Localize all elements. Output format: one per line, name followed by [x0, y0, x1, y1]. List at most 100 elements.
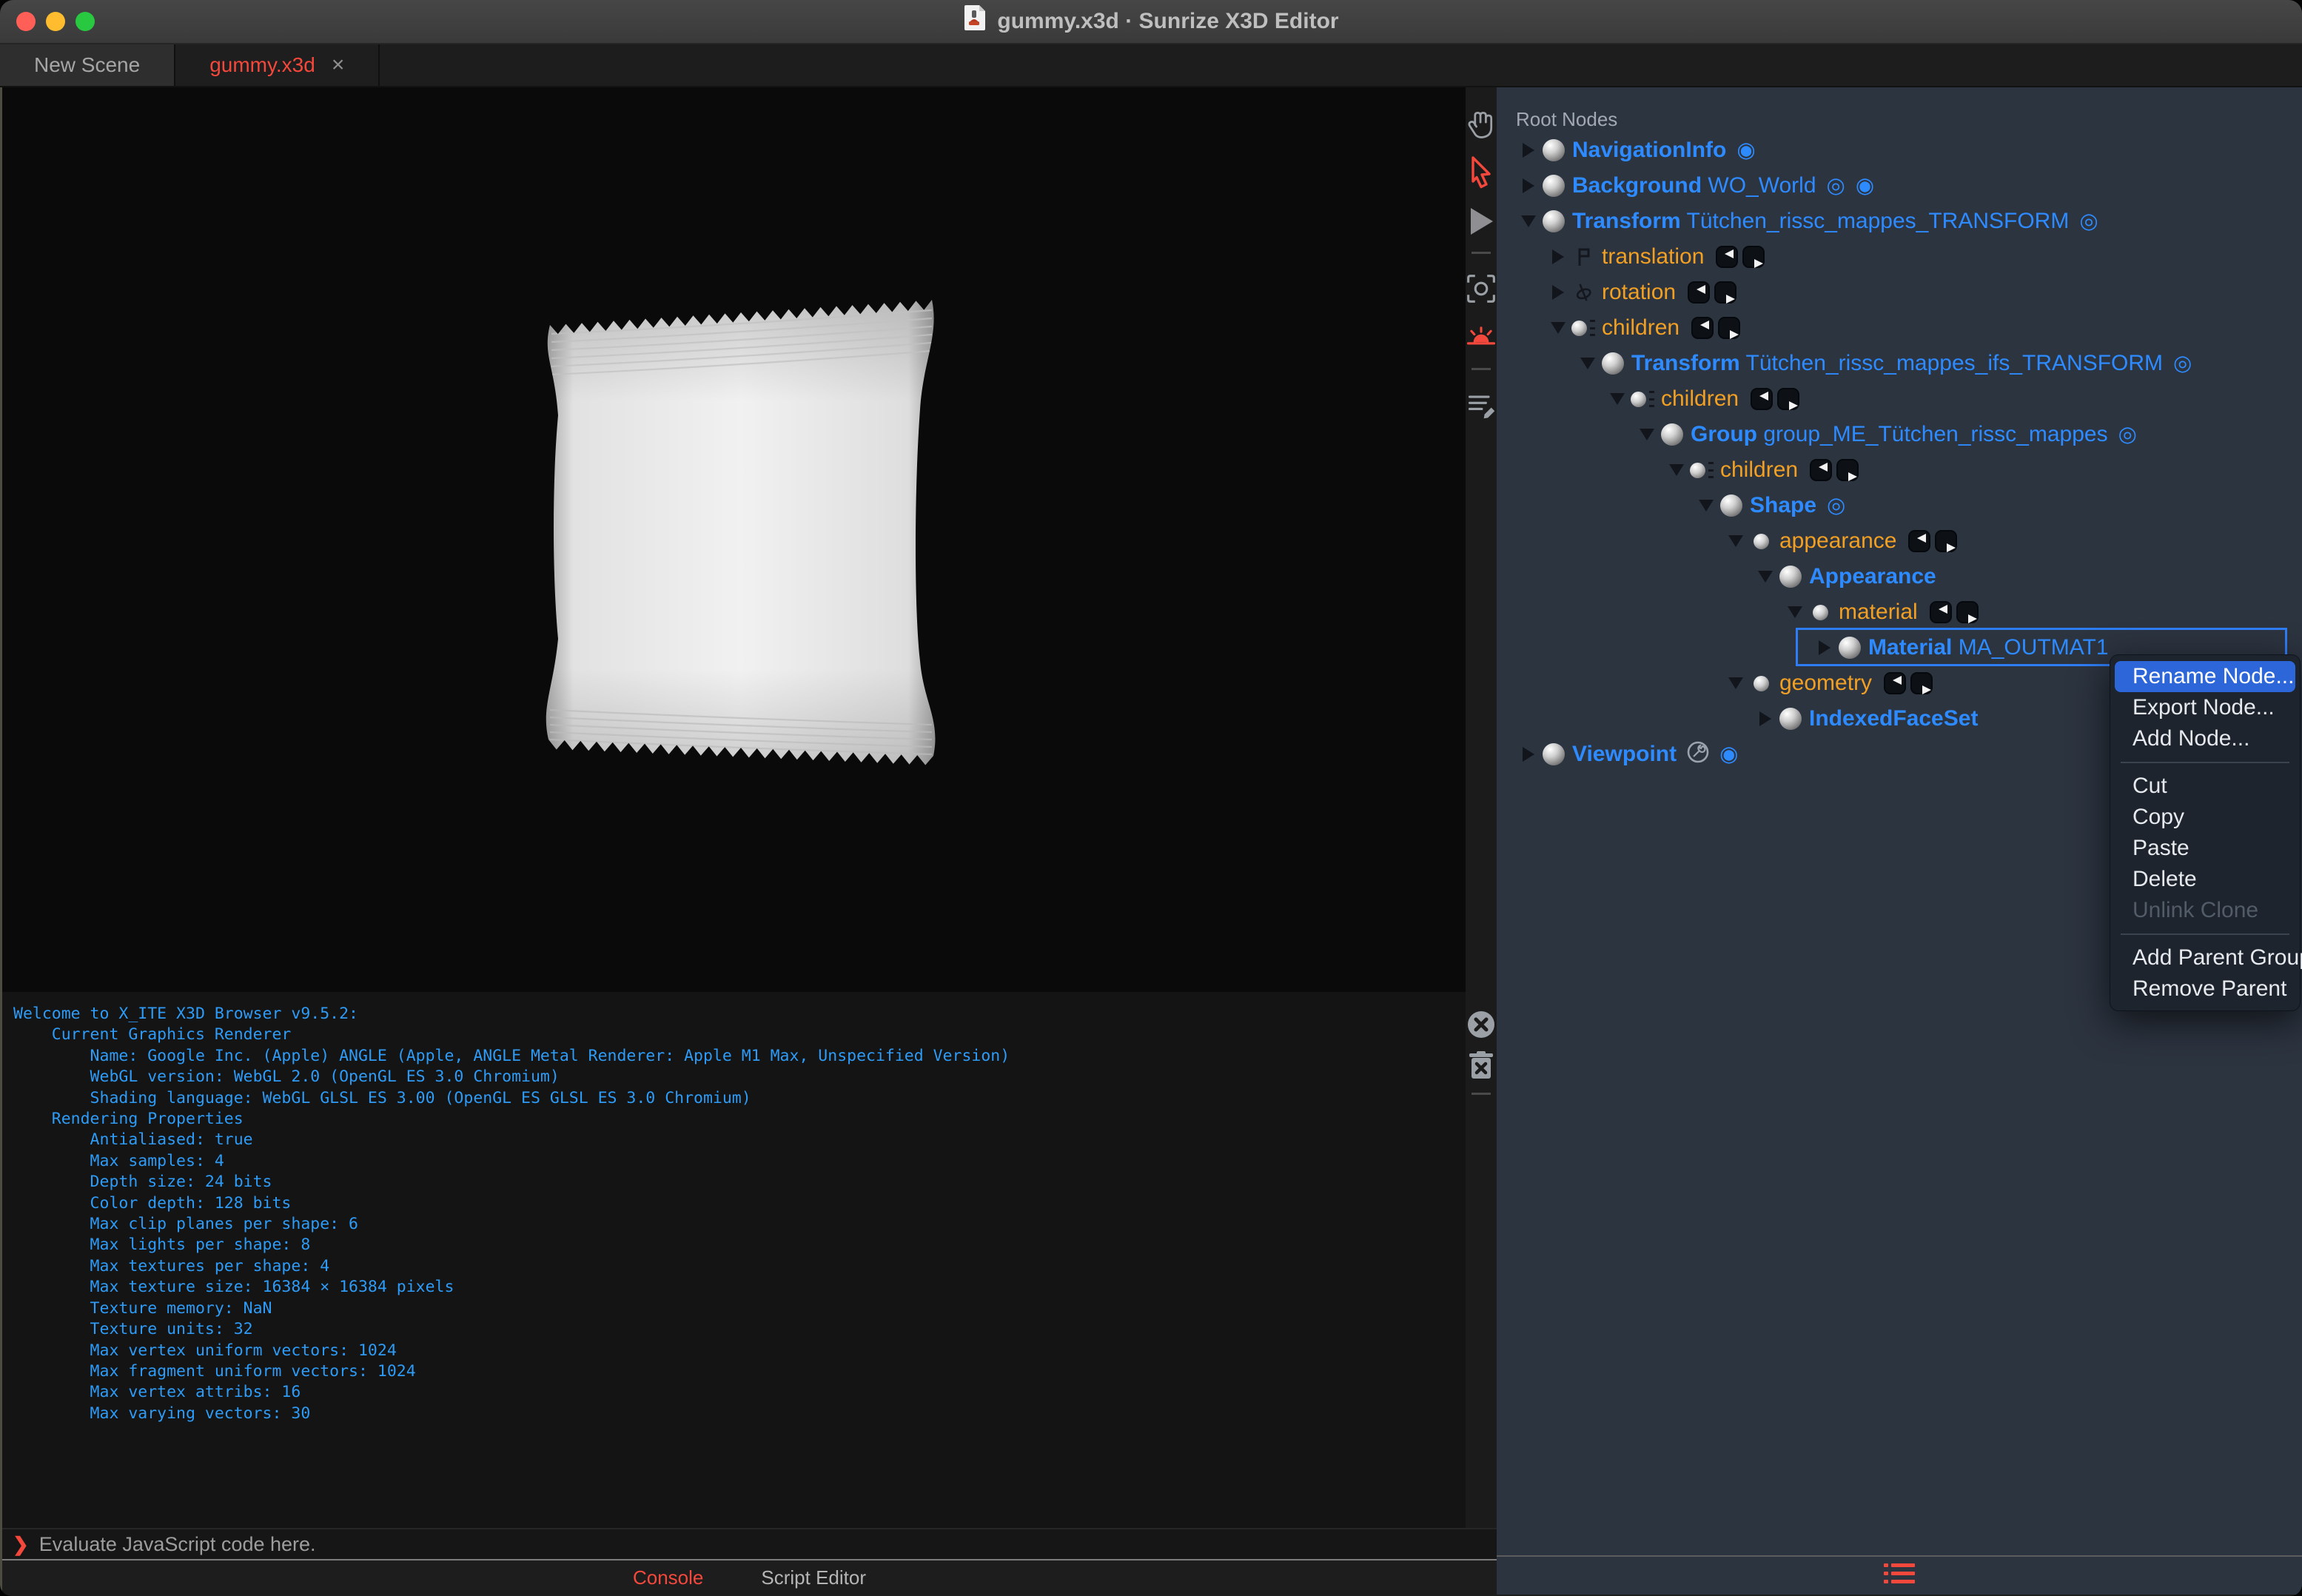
- route-buttons[interactable]: [1716, 246, 1765, 268]
- close-window-button[interactable]: [16, 12, 36, 31]
- visibility-circle-icon[interactable]: ◎: [2173, 352, 2192, 375]
- viewport-3d[interactable]: [2, 87, 1466, 992]
- route-buttons[interactable]: [1884, 672, 1933, 694]
- select-arrow-tool[interactable]: [1466, 148, 1497, 197]
- node-sphere-icon: [1779, 566, 1802, 588]
- clear-circle-x-icon[interactable]: [1466, 1004, 1497, 1045]
- tab-new-scene[interactable]: New Scene: [0, 44, 176, 86]
- tab-gummy-x3d[interactable]: gummy.x3d ×: [175, 44, 380, 86]
- route-input-icon[interactable]: [1716, 246, 1739, 268]
- expand-arrow-icon[interactable]: [1636, 429, 1658, 440]
- route-input-icon[interactable]: [1884, 672, 1907, 694]
- expand-arrow-icon[interactable]: [1695, 500, 1717, 512]
- expand-arrow-icon[interactable]: [1606, 393, 1628, 405]
- tree-row-appearance[interactable]: Appearance: [1497, 559, 2302, 594]
- tab-script-editor[interactable]: Script Editor: [761, 1566, 866, 1589]
- tree-row-navigationinfo[interactable]: NavigationInfo ◉: [1497, 133, 2302, 168]
- tree-row-shape[interactable]: Shape ◎: [1497, 488, 2302, 523]
- collapse-arrow-icon[interactable]: [1754, 711, 1776, 726]
- route-input-icon[interactable]: [1908, 530, 1931, 552]
- menu-item-add-parent-group[interactable]: Add Parent Group: [2115, 942, 2302, 973]
- menu-item-rename-node[interactable]: Rename Node...: [2115, 661, 2295, 692]
- expand-arrow-icon[interactable]: [1784, 606, 1806, 618]
- outline-bottombar: [1497, 1555, 2302, 1595]
- expand-arrow-icon[interactable]: [1577, 358, 1599, 369]
- outline-list-icon[interactable]: [1882, 1560, 1916, 1591]
- tree-row-material[interactable]: material: [1497, 594, 2302, 630]
- tab-console[interactable]: Console: [633, 1566, 703, 1589]
- viewpoint-capture-icon[interactable]: [1466, 264, 1497, 313]
- script-edit-icon[interactable]: [1466, 380, 1497, 429]
- tree-label: Appearance: [1809, 564, 1936, 589]
- expand-arrow-icon[interactable]: [1665, 464, 1688, 476]
- route-input-icon[interactable]: [1929, 601, 1952, 623]
- route-output-icon[interactable]: [1742, 246, 1765, 268]
- collapse-arrow-icon[interactable]: [1517, 747, 1540, 762]
- trash-icon[interactable]: [1466, 1045, 1497, 1087]
- tree-row-children[interactable]: children: [1497, 381, 2302, 417]
- route-output-icon[interactable]: [1836, 459, 1859, 481]
- tab-close-icon[interactable]: ×: [332, 53, 345, 78]
- tree-row-appearance[interactable]: appearance: [1497, 523, 2302, 559]
- tree-row-children[interactable]: children: [1497, 310, 2302, 346]
- hand-pan-tool[interactable]: [1466, 99, 1497, 148]
- route-output-icon[interactable]: [1714, 281, 1737, 304]
- expand-arrow-icon[interactable]: [1517, 215, 1540, 227]
- sunrise-light-icon[interactable]: [1466, 313, 1497, 362]
- expand-arrow-icon[interactable]: [1754, 571, 1776, 583]
- proximity-target-icon[interactable]: ◉: [1719, 743, 1738, 765]
- minimize-window-button[interactable]: [46, 12, 65, 31]
- proximity-target-icon[interactable]: ◉: [1736, 139, 1755, 161]
- tree-row-children[interactable]: children: [1497, 452, 2302, 488]
- menu-item-add-node[interactable]: Add Node...: [2115, 723, 2295, 754]
- tree-row-transform[interactable]: Transform Tütchen_rissc_mappes_TRANSFORM…: [1497, 204, 2302, 239]
- route-output-icon[interactable]: [1910, 672, 1933, 694]
- route-buttons[interactable]: [1751, 388, 1800, 410]
- tree-row-rotation[interactable]: rotation: [1497, 275, 2302, 310]
- collapse-arrow-icon[interactable]: [1547, 249, 1569, 264]
- route-buttons[interactable]: [1688, 281, 1737, 304]
- route-input-icon[interactable]: [1688, 281, 1711, 304]
- tree-row-transform[interactable]: Transform Tütchen_rissc_mappes_ifs_TRANS…: [1497, 346, 2302, 381]
- wrench-circle-icon[interactable]: [1687, 741, 1709, 768]
- menu-item-copy[interactable]: Copy: [2115, 802, 2295, 833]
- expand-arrow-icon[interactable]: [1725, 677, 1747, 689]
- route-input-icon[interactable]: [1810, 459, 1833, 481]
- visibility-circle-icon[interactable]: ◎: [1827, 494, 1845, 517]
- collapse-arrow-icon[interactable]: [1813, 640, 1836, 655]
- route-buttons[interactable]: [1691, 317, 1741, 339]
- route-output-icon[interactable]: [1935, 530, 1958, 552]
- collapse-arrow-icon[interactable]: [1517, 143, 1540, 158]
- menu-item-export-node[interactable]: Export Node...: [2115, 692, 2295, 723]
- menu-item-delete[interactable]: Delete: [2115, 864, 2295, 895]
- tree-row-translation[interactable]: translation: [1497, 239, 2302, 275]
- expand-arrow-icon[interactable]: [1547, 322, 1569, 334]
- route-output-icon[interactable]: [1777, 388, 1800, 410]
- route-buttons[interactable]: [1810, 459, 1859, 481]
- route-input-icon[interactable]: [1751, 388, 1774, 410]
- visibility-circle-icon[interactable]: ◎: [1827, 175, 1845, 197]
- expand-arrow-icon[interactable]: [1725, 535, 1747, 547]
- route-buttons[interactable]: [1929, 601, 1979, 623]
- visibility-circle-icon[interactable]: ◎: [2118, 423, 2137, 446]
- app-window: gummy.x3d · Sunrize X3D Editor New Scene…: [0, 0, 2302, 1596]
- menu-item-paste[interactable]: Paste: [2115, 833, 2295, 864]
- console-input[interactable]: ❯ Evaluate JavaScript code here.: [2, 1528, 1497, 1560]
- tree-row-background[interactable]: Background WO_World ◎ ◉: [1497, 168, 2302, 204]
- route-buttons[interactable]: [1908, 530, 1958, 552]
- route-output-icon[interactable]: [1956, 601, 1979, 623]
- proximity-target-icon[interactable]: ◉: [1856, 175, 1874, 197]
- tree-label: Group group_ME_Tütchen_rissc_mappes: [1691, 422, 2108, 446]
- route-output-icon[interactable]: [1718, 317, 1741, 339]
- menu-item-cut[interactable]: Cut: [2115, 771, 2295, 802]
- route-input-icon[interactable]: [1691, 317, 1714, 339]
- console-output[interactable]: Welcome to X_ITE X3D Browser v9.5.2: Cur…: [2, 992, 1466, 1528]
- children-list-icon: [1590, 320, 1595, 336]
- visibility-circle-icon[interactable]: ◎: [2079, 210, 2098, 232]
- collapse-arrow-icon[interactable]: [1517, 178, 1540, 193]
- menu-item-remove-parent[interactable]: Remove Parent: [2115, 973, 2295, 1005]
- zoom-window-button[interactable]: [75, 12, 95, 31]
- tree-row-group[interactable]: Group group_ME_Tütchen_rissc_mappes ◎: [1497, 417, 2302, 452]
- play-icon[interactable]: [1466, 197, 1497, 246]
- collapse-arrow-icon[interactable]: [1547, 285, 1569, 300]
